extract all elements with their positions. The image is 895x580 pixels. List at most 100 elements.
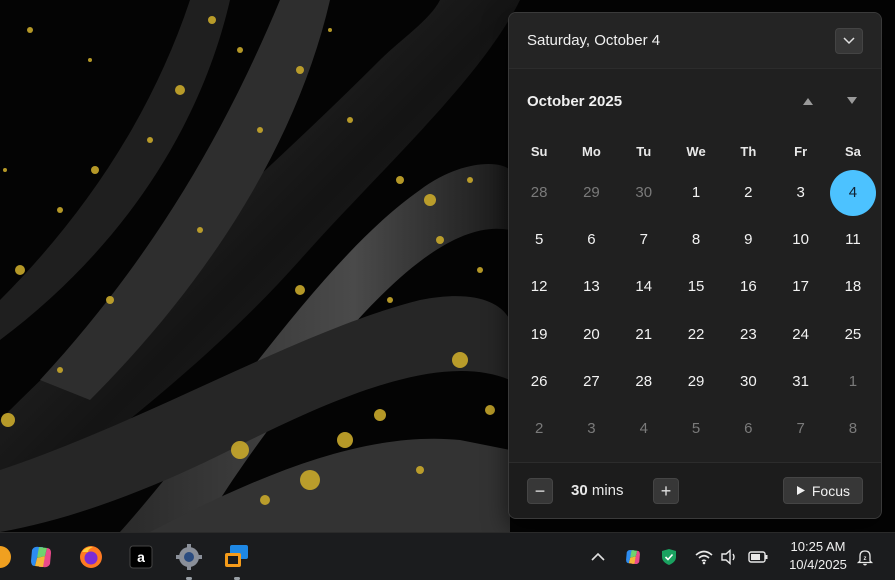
- notification-center-button[interactable]: z: [855, 547, 875, 567]
- calendar-day-number: 5: [691, 420, 701, 438]
- calendar-day[interactable]: 31: [774, 358, 826, 405]
- notification-icon: z: [856, 550, 874, 566]
- calendar-day[interactable]: 18: [827, 263, 879, 310]
- calendar-day[interactable]: 29: [670, 358, 722, 405]
- calendar-day[interactable]: 13: [565, 263, 617, 310]
- weekday-label: Su: [530, 143, 548, 159]
- decrease-minutes-button[interactable]: −: [527, 477, 553, 504]
- calendar-day-number: 6: [587, 231, 596, 249]
- calendar-day[interactable]: 23: [722, 311, 774, 358]
- wifi-icon: [695, 550, 713, 565]
- next-month-button[interactable]: [845, 94, 859, 108]
- calendar-day-number: 3: [796, 184, 805, 202]
- calendar-day[interactable]: 2: [722, 169, 774, 216]
- calendar-day[interactable]: 8: [670, 216, 722, 263]
- calendar-day[interactable]: 19: [513, 311, 565, 358]
- volume-tray-button[interactable]: [719, 547, 739, 567]
- calendar-day-number: 8: [848, 420, 858, 438]
- calendar-day[interactable]: 27: [565, 358, 617, 405]
- calendar-day[interactable]: 24: [774, 311, 826, 358]
- taskbar-clock[interactable]: 10:25 AM 10/4/2025: [778, 538, 858, 576]
- calendar-day[interactable]: 3: [774, 169, 826, 216]
- calendar-day[interactable]: 5: [670, 405, 722, 452]
- calendar-day[interactable]: 2: [513, 405, 565, 452]
- calendar-day-number: 21: [635, 325, 653, 343]
- calendar-day-number: 28: [635, 372, 653, 390]
- calendar-day[interactable]: 1: [670, 169, 722, 216]
- collapse-calendar-button[interactable]: [835, 27, 863, 54]
- a-app-taskbar-button[interactable]: a: [127, 543, 155, 571]
- calendar-day[interactable]: 7: [618, 216, 670, 263]
- taskbar: a 10:25 AM 10/4/2025 z: [0, 532, 895, 580]
- calendar-day-number: 11: [845, 231, 861, 249]
- calendar-day-number: 28: [530, 184, 548, 202]
- calendar-day-number: 3: [587, 420, 596, 438]
- calendar-day-number: 17: [792, 278, 809, 296]
- calendar-day-number: 7: [796, 420, 805, 438]
- calendar-day-number: 4: [639, 420, 648, 438]
- battery-icon: [748, 551, 768, 563]
- battery-tray-button[interactable]: [748, 547, 768, 567]
- calendar-day[interactable]: 29: [565, 169, 617, 216]
- calendar-day[interactable]: 20: [565, 311, 617, 358]
- calendar-day[interactable]: 14: [618, 263, 670, 310]
- weekday-label: Tu: [636, 143, 652, 159]
- calendar-day[interactable]: 3: [565, 405, 617, 452]
- calendar-day[interactable]: 21: [618, 311, 670, 358]
- previous-month-button[interactable]: [801, 94, 815, 108]
- calendar-day-number: 7: [639, 231, 648, 249]
- focus-minutes-unit: mins: [591, 482, 624, 499]
- copilot-tray-button[interactable]: [623, 547, 643, 567]
- firefox-taskbar-button[interactable]: [77, 543, 105, 571]
- app-icon: [0, 546, 11, 568]
- svg-text:z: z: [864, 556, 867, 562]
- network-tray-button[interactable]: [694, 547, 714, 567]
- calendar-day[interactable]: 30: [618, 169, 670, 216]
- calendar-day[interactable]: 12: [513, 263, 565, 310]
- calendar-day-number: 20: [583, 325, 600, 343]
- calendar-day[interactable]: 9: [722, 216, 774, 263]
- calendar-day[interactable]: 11: [827, 216, 879, 263]
- copilot-taskbar-button[interactable]: [27, 543, 55, 571]
- calendar-day[interactable]: 15: [670, 263, 722, 310]
- chevron-up-icon: [591, 552, 605, 561]
- month-title[interactable]: October 2025: [527, 93, 622, 110]
- calendar-day-number: 8: [691, 231, 701, 249]
- security-tray-button[interactable]: [659, 547, 679, 567]
- calendar-day-number: 2: [534, 420, 544, 438]
- calendar-day[interactable]: 28: [513, 169, 565, 216]
- calendar-flyout: Saturday, October 4 October 2025 Su Mo Tu W…: [508, 12, 882, 519]
- calendar-day[interactable]: 26: [513, 358, 565, 405]
- calendar-day[interactable]: 22: [670, 311, 722, 358]
- calendar-day[interactable]: 6: [722, 405, 774, 452]
- settings-taskbar-button[interactable]: [175, 543, 203, 571]
- calendar-day[interactable]: 10: [774, 216, 826, 263]
- calendar-day[interactable]: 6: [565, 216, 617, 263]
- calendar-day-number: 30: [739, 372, 757, 390]
- calendar-day[interactable]: 16: [722, 263, 774, 310]
- remote-desktop-taskbar-button[interactable]: [223, 543, 251, 571]
- calendar-day[interactable]: 28: [618, 358, 670, 405]
- calendar-day[interactable]: 17: [774, 263, 826, 310]
- calendar-day[interactable]: 1: [827, 358, 879, 405]
- calendar-day-today[interactable]: 4: [827, 169, 879, 216]
- start-focus-button[interactable]: Focus: [782, 477, 863, 504]
- partial-app-icon[interactable]: [0, 543, 14, 571]
- calendar-day[interactable]: 5: [513, 216, 565, 263]
- calendar-day[interactable]: 30: [722, 358, 774, 405]
- calendar-day-number: 29: [583, 184, 600, 202]
- weekday-label: Mo: [582, 143, 601, 159]
- calendar-day-number: 14: [635, 278, 653, 296]
- calendar-day[interactable]: 25: [827, 311, 879, 358]
- firefox-icon: [80, 546, 102, 568]
- settings-gear-icon: [176, 544, 202, 570]
- calendar-day-number: 9: [744, 231, 753, 249]
- show-hidden-icons-button[interactable]: [588, 547, 608, 567]
- calendar-day-number: 12: [530, 278, 548, 296]
- calendar-day[interactable]: 4: [618, 405, 670, 452]
- a-app-icon: a: [129, 545, 153, 569]
- increase-minutes-button[interactable]: +: [653, 477, 679, 504]
- calendar-day[interactable]: 7: [774, 405, 826, 452]
- calendar-day[interactable]: 8: [827, 405, 879, 452]
- calendar-day-number: 31: [792, 372, 809, 390]
